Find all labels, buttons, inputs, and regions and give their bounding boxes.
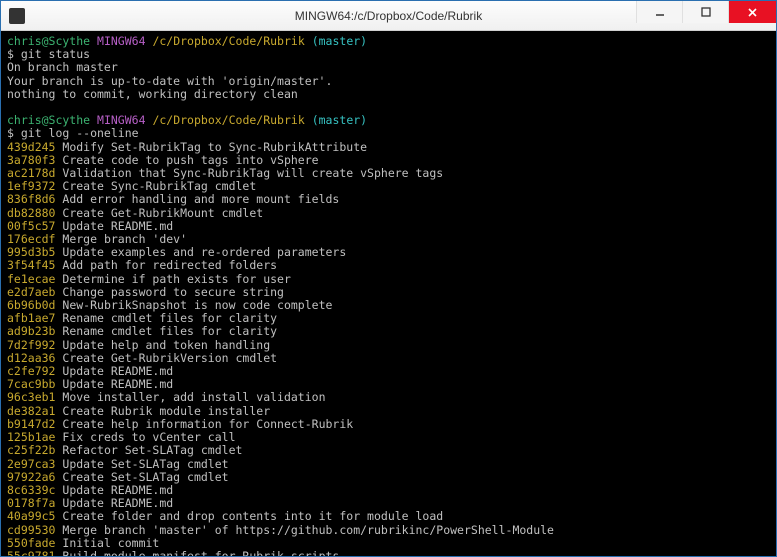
- commit-message: Validation that Sync-RubrikTag will crea…: [62, 166, 443, 180]
- commit-hash: de382a1: [7, 404, 55, 418]
- commit-message: Move installer, add install validation: [62, 390, 325, 404]
- commit-hash: 97922a6: [7, 470, 55, 484]
- minimize-icon: [655, 7, 665, 17]
- commit-hash: ad9b23b: [7, 324, 55, 338]
- terminal-output[interactable]: chris@Scythe MINGW64 /c/Dropbox/Code/Rub…: [1, 31, 776, 556]
- commit-message: Create Sync-RubrikTag cmdlet: [62, 179, 256, 193]
- commit-hash: 55c9781: [7, 549, 55, 556]
- commit-hash: 176ecdf: [7, 232, 55, 246]
- commit-hash: 40a99c5: [7, 509, 55, 523]
- commit-hash: 8c6339c: [7, 483, 55, 497]
- commit-hash: e2d7aeb: [7, 285, 55, 299]
- commit-hash: 2e97ca3: [7, 457, 55, 471]
- commit-hash: 550fade: [7, 536, 55, 550]
- commit-message: Merge branch 'dev': [62, 232, 187, 246]
- commit-message: Create help information for Connect-Rubr…: [62, 417, 353, 431]
- commit-hash: b9147d2: [7, 417, 55, 431]
- commit-message: Add path for redirected folders: [62, 258, 277, 272]
- prompt-user: chris@Scythe: [7, 34, 90, 48]
- commit-message: Modify Set-RubrikTag to Sync-RubrikAttri…: [62, 140, 367, 154]
- prompt-branch: (master): [312, 34, 367, 48]
- commit-message: Build module manifest for Rubrik scripts: [62, 549, 339, 556]
- commit-hash: 6b96b0d: [7, 298, 55, 312]
- commit-hash: 125b1ae: [7, 430, 55, 444]
- commit-hash: cd99530: [7, 523, 55, 537]
- titlebar[interactable]: MINGW64:/c/Dropbox/Code/Rubrik: [1, 1, 776, 31]
- commit-message: Create folder and drop contents into it …: [62, 509, 443, 523]
- commit-hash: c2fe792: [7, 364, 55, 378]
- output-line: nothing to commit, working directory cle…: [7, 88, 770, 101]
- prompt-user: chris@Scythe: [7, 113, 90, 127]
- commit-message: Merge branch 'master' of https://github.…: [62, 523, 554, 537]
- commit-hash: 7cac9bb: [7, 377, 55, 391]
- close-icon: [747, 7, 758, 18]
- commit-message: Create Get-RubrikVersion cmdlet: [62, 351, 277, 365]
- command-line: $ git status: [7, 48, 770, 61]
- commit-hash: fe1ecae: [7, 272, 55, 286]
- commit-hash: d12aa36: [7, 351, 55, 365]
- output-line: Your branch is up-to-date with 'origin/m…: [7, 75, 770, 88]
- commit-hash: 7d2f992: [7, 338, 55, 352]
- commit-hash: 995d3b5: [7, 245, 55, 259]
- commit-hash: ac2178d: [7, 166, 55, 180]
- commit-line: 55c9781 Build module manifest for Rubrik…: [7, 550, 770, 556]
- app-icon: [9, 8, 25, 24]
- commit-message: Update Set-SLATag cmdlet: [62, 457, 228, 471]
- commit-hash: 836f8d6: [7, 192, 55, 206]
- commit-message: Fix creds to vCenter call: [62, 430, 235, 444]
- commit-message: Update README.md: [62, 219, 173, 233]
- commit-message: Update README.md: [62, 483, 173, 497]
- prompt-line: chris@Scythe MINGW64 /c/Dropbox/Code/Rub…: [7, 35, 770, 48]
- commit-message: Create code to push tags into vSphere: [62, 153, 318, 167]
- commit-message: Change password to secure string: [62, 285, 284, 299]
- prompt-host: MINGW64: [97, 34, 145, 48]
- commit-hash: 00f5c57: [7, 219, 55, 233]
- commit-hash: 439d245: [7, 140, 55, 154]
- commit-hash: 3a780f3: [7, 153, 55, 167]
- minimize-button[interactable]: [636, 1, 682, 23]
- maximize-button[interactable]: [682, 1, 728, 23]
- commit-hash: 0178f7a: [7, 496, 55, 510]
- commit-message: New-RubrikSnapshot is now code complete: [62, 298, 332, 312]
- commit-message: Rename cmdlet files for clarity: [62, 311, 277, 325]
- commit-hash: afb1ae7: [7, 311, 55, 325]
- commit-message: Update README.md: [62, 496, 173, 510]
- commit-message: Create Rubrik module installer: [62, 404, 270, 418]
- output-line: On branch master: [7, 61, 770, 74]
- commit-message: Update help and token handling: [62, 338, 270, 352]
- commit-message: Determine if path exists for user: [62, 272, 290, 286]
- prompt-path: /c/Dropbox/Code/Rubrik: [152, 113, 304, 127]
- commit-message: Create Get-RubrikMount cmdlet: [62, 206, 263, 220]
- prompt-host: MINGW64: [97, 113, 145, 127]
- commit-message: Initial commit: [62, 536, 159, 550]
- prompt-branch: (master): [312, 113, 367, 127]
- window-controls: [636, 1, 776, 30]
- commit-message: Update examples and re-ordered parameter…: [62, 245, 346, 259]
- commit-hash: db82880: [7, 206, 55, 220]
- commit-message: Rename cmdlet files for clarity: [62, 324, 277, 338]
- commit-hash: c25f22b: [7, 443, 55, 457]
- commit-hash: 3f54f45: [7, 258, 55, 272]
- commit-message: Update README.md: [62, 364, 173, 378]
- commit-message: Add error handling and more mount fields: [62, 192, 339, 206]
- window-frame: MINGW64:/c/Dropbox/Code/Rubrik chris@Scy…: [0, 0, 777, 557]
- maximize-icon: [701, 7, 711, 17]
- commit-message: Update README.md: [62, 377, 173, 391]
- commit-hash: 96c3eb1: [7, 390, 55, 404]
- commit-message: Refactor Set-SLATag cmdlet: [62, 443, 242, 457]
- commit-message: Create Set-SLATag cmdlet: [62, 470, 228, 484]
- commit-hash: 1ef9372: [7, 179, 55, 193]
- prompt-path: /c/Dropbox/Code/Rubrik: [152, 34, 304, 48]
- close-button[interactable]: [728, 1, 776, 23]
